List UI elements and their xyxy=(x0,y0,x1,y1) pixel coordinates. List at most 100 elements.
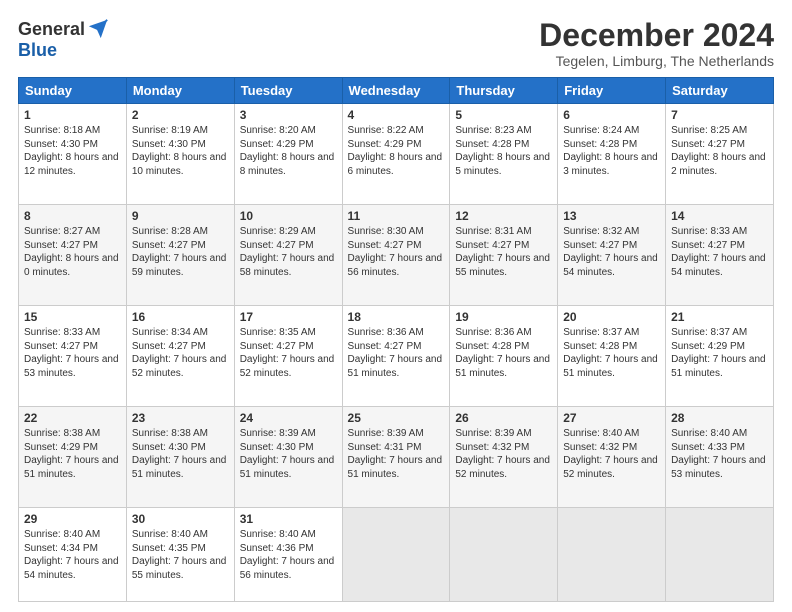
day-number: 13 xyxy=(563,209,660,223)
day-number: 15 xyxy=(24,310,121,324)
table-row xyxy=(342,508,450,602)
table-row: 13 Sunrise: 8:32 AM Sunset: 4:27 PM Dayli… xyxy=(558,205,666,306)
day-number: 22 xyxy=(24,411,121,425)
day-number: 30 xyxy=(132,512,229,526)
col-wednesday: Wednesday xyxy=(342,78,450,104)
cell-content: Sunrise: 8:40 AM Sunset: 4:33 PM Dayligh… xyxy=(671,427,768,481)
cell-content: Sunrise: 8:28 AM Sunset: 4:27 PM Dayligh… xyxy=(132,225,229,279)
table-row: 21 Sunrise: 8:37 AM Sunset: 4:29 PM Dayli… xyxy=(666,306,774,407)
table-row xyxy=(666,508,774,602)
calendar-header-row: Sunday Monday Tuesday Wednesday Thursday… xyxy=(19,78,774,104)
table-row: 18 Sunrise: 8:36 AM Sunset: 4:27 PM Dayli… xyxy=(342,306,450,407)
col-thursday: Thursday xyxy=(450,78,558,104)
table-row: 31 Sunrise: 8:40 AM Sunset: 4:36 PM Dayli… xyxy=(234,508,342,602)
day-number: 3 xyxy=(240,108,337,122)
table-row: 11Sunrise: 8:30 AM Sunset: 4:27 PM Dayli… xyxy=(342,205,450,306)
table-row: 25 Sunrise: 8:39 AM Sunset: 4:31 PM Dayli… xyxy=(342,407,450,508)
day-number: 6 xyxy=(563,108,660,122)
cell-content: Sunrise: 8:27 AM Sunset: 4:27 PM Dayligh… xyxy=(24,225,121,279)
col-sunday: Sunday xyxy=(19,78,127,104)
day-number: 26 xyxy=(455,411,552,425)
day-number: 1 xyxy=(24,108,121,122)
table-row: 15 Sunrise: 8:33 AM Sunset: 4:27 PM Dayli… xyxy=(19,306,127,407)
cell-content: Sunrise: 8:25 AM Sunset: 4:27 PM Dayligh… xyxy=(671,124,768,178)
table-row xyxy=(450,508,558,602)
cell-content: Sunrise: 8:29 AM Sunset: 4:27 PM Dayligh… xyxy=(240,225,337,279)
cell-content: Sunrise: 8:40 AM Sunset: 4:36 PM Dayligh… xyxy=(240,528,337,582)
day-number: 24 xyxy=(240,411,337,425)
table-row: 29 Sunrise: 8:40 AM Sunset: 4:34 PM Dayli… xyxy=(19,508,127,602)
day-number: 12 xyxy=(455,209,552,223)
table-row: 10 Sunrise: 8:29 AM Sunset: 4:27 PM Dayli… xyxy=(234,205,342,306)
cell-content: Sunrise: 8:33 AM Sunset: 4:27 PM Dayligh… xyxy=(24,326,121,380)
col-monday: Monday xyxy=(126,78,234,104)
day-number: 17 xyxy=(240,310,337,324)
day-number: 16 xyxy=(132,310,229,324)
cell-content: Sunrise: 8:34 AM Sunset: 4:27 PM Dayligh… xyxy=(132,326,229,380)
cell-content: Sunrise: 8:30 AM Sunset: 4:27 PM Dayligh… xyxy=(348,225,445,279)
title-section: December 2024 Tegelen, Limburg, The Neth… xyxy=(539,18,774,69)
logo-bird-icon xyxy=(87,18,109,40)
cell-content: Sunrise: 8:39 AM Sunset: 4:32 PM Dayligh… xyxy=(455,427,552,481)
cell-content: Sunrise: 8:38 AM Sunset: 4:29 PM Dayligh… xyxy=(24,427,121,481)
day-number: 5 xyxy=(455,108,552,122)
table-row: 28 Sunrise: 8:40 AM Sunset: 4:33 PM Dayli… xyxy=(666,407,774,508)
cell-content: Sunrise: 8:24 AM Sunset: 4:28 PM Dayligh… xyxy=(563,124,660,178)
day-number: 19 xyxy=(455,310,552,324)
calendar-table: Sunday Monday Tuesday Wednesday Thursday… xyxy=(18,77,774,602)
table-row: 9Sunrise: 8:28 AM Sunset: 4:27 PM Daylig… xyxy=(126,205,234,306)
table-row xyxy=(558,508,666,602)
day-number: 25 xyxy=(348,411,445,425)
cell-content: Sunrise: 8:40 AM Sunset: 4:34 PM Dayligh… xyxy=(24,528,121,582)
table-row: 20 Sunrise: 8:37 AM Sunset: 4:28 PM Dayli… xyxy=(558,306,666,407)
table-row: 4Sunrise: 8:22 AM Sunset: 4:29 PM Daylig… xyxy=(342,104,450,205)
day-number: 10 xyxy=(240,209,337,223)
table-row: 6 Sunrise: 8:24 AM Sunset: 4:28 PM Daylig… xyxy=(558,104,666,205)
table-row: 7 Sunrise: 8:25 AM Sunset: 4:27 PM Daylig… xyxy=(666,104,774,205)
cell-content: Sunrise: 8:37 AM Sunset: 4:29 PM Dayligh… xyxy=(671,326,768,380)
table-row: 5 Sunrise: 8:23 AM Sunset: 4:28 PM Daylig… xyxy=(450,104,558,205)
logo: General Blue xyxy=(18,18,109,61)
day-number: 7 xyxy=(671,108,768,122)
day-number: 27 xyxy=(563,411,660,425)
cell-content: Sunrise: 8:32 AM Sunset: 4:27 PM Dayligh… xyxy=(563,225,660,279)
main-title: December 2024 xyxy=(539,18,774,53)
subtitle: Tegelen, Limburg, The Netherlands xyxy=(539,53,774,69)
day-number: 8 xyxy=(24,209,121,223)
table-row: 27Sunrise: 8:40 AM Sunset: 4:32 PM Dayli… xyxy=(558,407,666,508)
cell-content: Sunrise: 8:35 AM Sunset: 4:27 PM Dayligh… xyxy=(240,326,337,380)
cell-content: Sunrise: 8:36 AM Sunset: 4:28 PM Dayligh… xyxy=(455,326,552,380)
day-number: 21 xyxy=(671,310,768,324)
cell-content: Sunrise: 8:22 AM Sunset: 4:29 PM Dayligh… xyxy=(348,124,445,178)
page: General Blue December 2024 Tegelen, Limb… xyxy=(0,0,792,612)
cell-content: Sunrise: 8:39 AM Sunset: 4:30 PM Dayligh… xyxy=(240,427,337,481)
table-row: 23Sunrise: 8:38 AM Sunset: 4:30 PM Dayli… xyxy=(126,407,234,508)
day-number: 31 xyxy=(240,512,337,526)
table-row: 2Sunrise: 8:19 AM Sunset: 4:30 PM Daylig… xyxy=(126,104,234,205)
cell-content: Sunrise: 8:39 AM Sunset: 4:31 PM Dayligh… xyxy=(348,427,445,481)
header: General Blue December 2024 Tegelen, Limb… xyxy=(18,18,774,69)
day-number: 18 xyxy=(348,310,445,324)
cell-content: Sunrise: 8:36 AM Sunset: 4:27 PM Dayligh… xyxy=(348,326,445,380)
table-row: 26 Sunrise: 8:39 AM Sunset: 4:32 PM Dayli… xyxy=(450,407,558,508)
cell-content: Sunrise: 8:31 AM Sunset: 4:27 PM Dayligh… xyxy=(455,225,552,279)
day-number: 23 xyxy=(132,411,229,425)
table-row: 30Sunrise: 8:40 AM Sunset: 4:35 PM Dayli… xyxy=(126,508,234,602)
day-number: 14 xyxy=(671,209,768,223)
table-row: 22 Sunrise: 8:38 AM Sunset: 4:29 PM Dayli… xyxy=(19,407,127,508)
table-row: 3Sunrise: 8:20 AM Sunset: 4:29 PM Daylig… xyxy=(234,104,342,205)
cell-content: Sunrise: 8:37 AM Sunset: 4:28 PM Dayligh… xyxy=(563,326,660,380)
day-number: 2 xyxy=(132,108,229,122)
day-number: 20 xyxy=(563,310,660,324)
logo-blue-text: Blue xyxy=(18,40,57,61)
table-row: 19 Sunrise: 8:36 AM Sunset: 4:28 PM Dayli… xyxy=(450,306,558,407)
col-saturday: Saturday xyxy=(666,78,774,104)
cell-content: Sunrise: 8:33 AM Sunset: 4:27 PM Dayligh… xyxy=(671,225,768,279)
cell-content: Sunrise: 8:23 AM Sunset: 4:28 PM Dayligh… xyxy=(455,124,552,178)
day-number: 29 xyxy=(24,512,121,526)
table-row: 12 Sunrise: 8:31 AM Sunset: 4:27 PM Dayli… xyxy=(450,205,558,306)
col-tuesday: Tuesday xyxy=(234,78,342,104)
day-number: 28 xyxy=(671,411,768,425)
col-friday: Friday xyxy=(558,78,666,104)
cell-content: Sunrise: 8:18 AM Sunset: 4:30 PM Dayligh… xyxy=(24,124,121,178)
